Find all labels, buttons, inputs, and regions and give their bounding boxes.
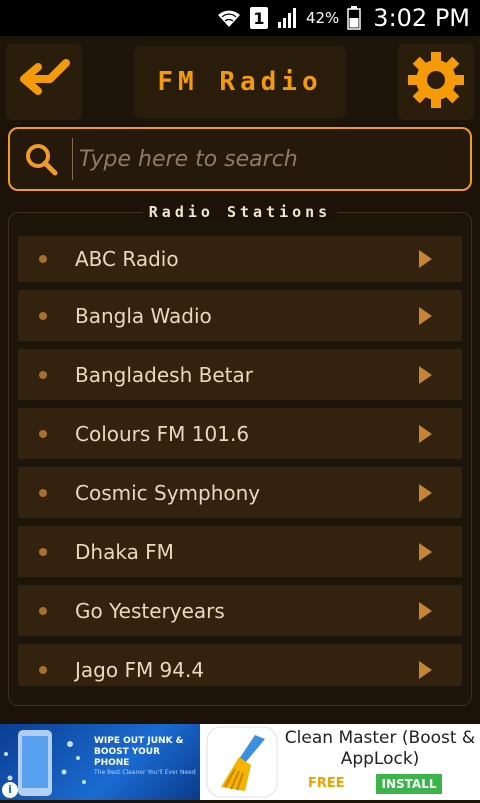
list-item[interactable]: ABC Radio	[18, 236, 462, 282]
signal-icon	[276, 7, 298, 29]
battery-icon	[347, 6, 362, 30]
station-label: Dhaka FM	[75, 539, 174, 564]
bullet-icon	[39, 606, 47, 615]
ad-promo-image[interactable]: WIPE OUT JUNK & BOOST YOUR PHONE The Bes…	[0, 724, 200, 800]
ad-app-title: Clean Master (Boost & AppLock)	[284, 728, 476, 769]
search-icon[interactable]	[10, 142, 72, 176]
list-item[interactable]: Colours FM 101.6	[18, 408, 462, 459]
bullet-icon	[39, 547, 47, 556]
station-label: Colours FM 101.6	[75, 421, 250, 446]
list-item[interactable]: Bangladesh Betar	[18, 349, 462, 400]
bullet-icon	[39, 429, 47, 438]
ad-headline: WIPE OUT JUNK & BOOST YOUR PHONE The Bes…	[94, 736, 198, 777]
section-title: Radio Stations	[0, 203, 480, 221]
info-icon[interactable]: i	[2, 782, 18, 798]
app-header: FM Radio	[0, 36, 480, 124]
back-arrow-icon	[14, 55, 74, 109]
list-item[interactable]: Go Yesteryears	[18, 585, 462, 636]
play-arrow-icon[interactable]	[419, 601, 432, 620]
play-arrow-icon[interactable]	[419, 250, 432, 268]
clock: 3:02 PM	[373, 4, 470, 32]
bullet-icon	[39, 255, 47, 263]
station-label: ABC Radio	[75, 247, 179, 271]
install-button[interactable]: INSTALL	[376, 774, 442, 794]
settings-button[interactable]	[398, 44, 474, 120]
play-arrow-icon[interactable]	[419, 424, 432, 443]
back-button[interactable]	[6, 44, 82, 120]
bullet-icon	[39, 665, 47, 674]
bullet-icon	[39, 311, 47, 320]
status-bar: 1 42% 3:02 PM	[0, 0, 480, 36]
play-arrow-icon[interactable]	[419, 365, 432, 384]
play-arrow-icon[interactable]	[419, 306, 432, 325]
station-label: Bangladesh Betar	[75, 362, 253, 387]
ad-banner[interactable]: WIPE OUT JUNK & BOOST YOUR PHONE The Bes…	[0, 724, 480, 800]
search-input[interactable]	[72, 138, 470, 180]
page-title: FM Radio	[157, 67, 323, 97]
ad-price: FREE	[308, 776, 345, 791]
bullet-icon	[39, 370, 47, 379]
ad-subline: The Best Cleaner You'll Ever Need	[94, 769, 196, 776]
broom-app-icon[interactable]	[205, 725, 279, 799]
play-arrow-icon[interactable]	[419, 660, 432, 679]
wifi-icon	[216, 7, 242, 29]
bullet-icon	[39, 488, 47, 497]
gear-icon	[405, 49, 467, 115]
station-label: Go Yesteryears	[75, 598, 225, 623]
play-arrow-icon[interactable]	[419, 542, 432, 561]
list-item[interactable]: Dhaka FM	[18, 526, 462, 577]
search-bar	[8, 127, 472, 191]
stations-list: ABC Radio Bangla Wadio Bangladesh Betar …	[18, 236, 462, 686]
list-item[interactable]: Jago FM 94.4	[18, 644, 462, 686]
list-item[interactable]: Bangla Wadio	[18, 290, 462, 341]
list-item[interactable]: Cosmic Symphony	[18, 467, 462, 518]
battery-percent: 42%	[305, 9, 340, 27]
play-arrow-icon[interactable]	[419, 483, 432, 502]
station-label: Bangla Wadio	[75, 303, 212, 328]
station-label: Cosmic Symphony	[75, 480, 261, 505]
station-label: Jago FM 94.4	[75, 657, 205, 682]
sim-icon: 1	[249, 7, 268, 29]
title-box: FM Radio	[134, 46, 346, 118]
